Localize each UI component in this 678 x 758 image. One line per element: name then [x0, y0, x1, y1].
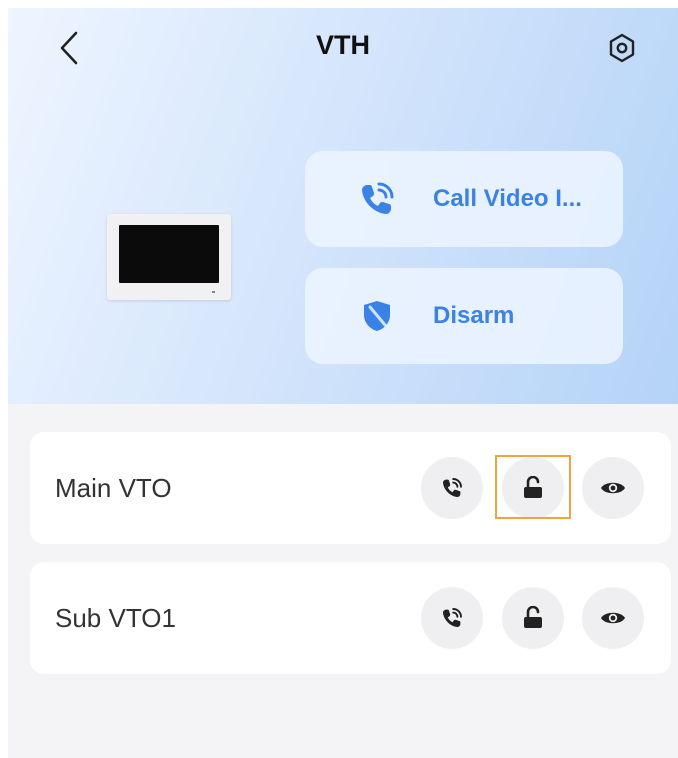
call-button[interactable] [421, 587, 483, 649]
page-title: VTH [316, 30, 370, 60]
device-row-sub-vto1: Sub VTO1 [30, 562, 671, 674]
gear-icon [609, 33, 635, 63]
call-button[interactable] [421, 457, 483, 519]
device-name: Sub VTO1 [55, 603, 176, 633]
device-header-panel: VTH Call Video I... Disarm [8, 8, 678, 404]
device-name: Main VTO [55, 473, 172, 503]
phone-call-icon [443, 478, 462, 497]
shield-disarm-icon [357, 296, 397, 336]
unlock-button[interactable] [502, 587, 564, 649]
device-row-main-vto: Main VTO [30, 432, 671, 544]
live-view-button[interactable] [582, 587, 644, 649]
disarm-button[interactable]: Disarm [305, 268, 623, 364]
live-view-button[interactable] [582, 457, 644, 519]
vth-device-image [107, 214, 231, 300]
eye-icon [601, 482, 625, 494]
phone-call-icon [443, 608, 462, 627]
app-screen: VTH Call Video I... Disarm Main VTO Sub … [8, 8, 678, 758]
call-video-button[interactable]: Call Video I... [305, 151, 623, 247]
eye-icon [601, 612, 625, 624]
settings-button[interactable] [606, 32, 638, 64]
device-screen [119, 225, 219, 283]
unlock-icon [524, 476, 542, 498]
device-indicator [212, 291, 215, 293]
call-video-label: Call Video I... [433, 185, 582, 212]
unlock-icon [524, 606, 542, 628]
disarm-label: Disarm [433, 302, 515, 329]
unlock-button[interactable] [502, 457, 564, 519]
phone-call-icon [357, 179, 397, 219]
